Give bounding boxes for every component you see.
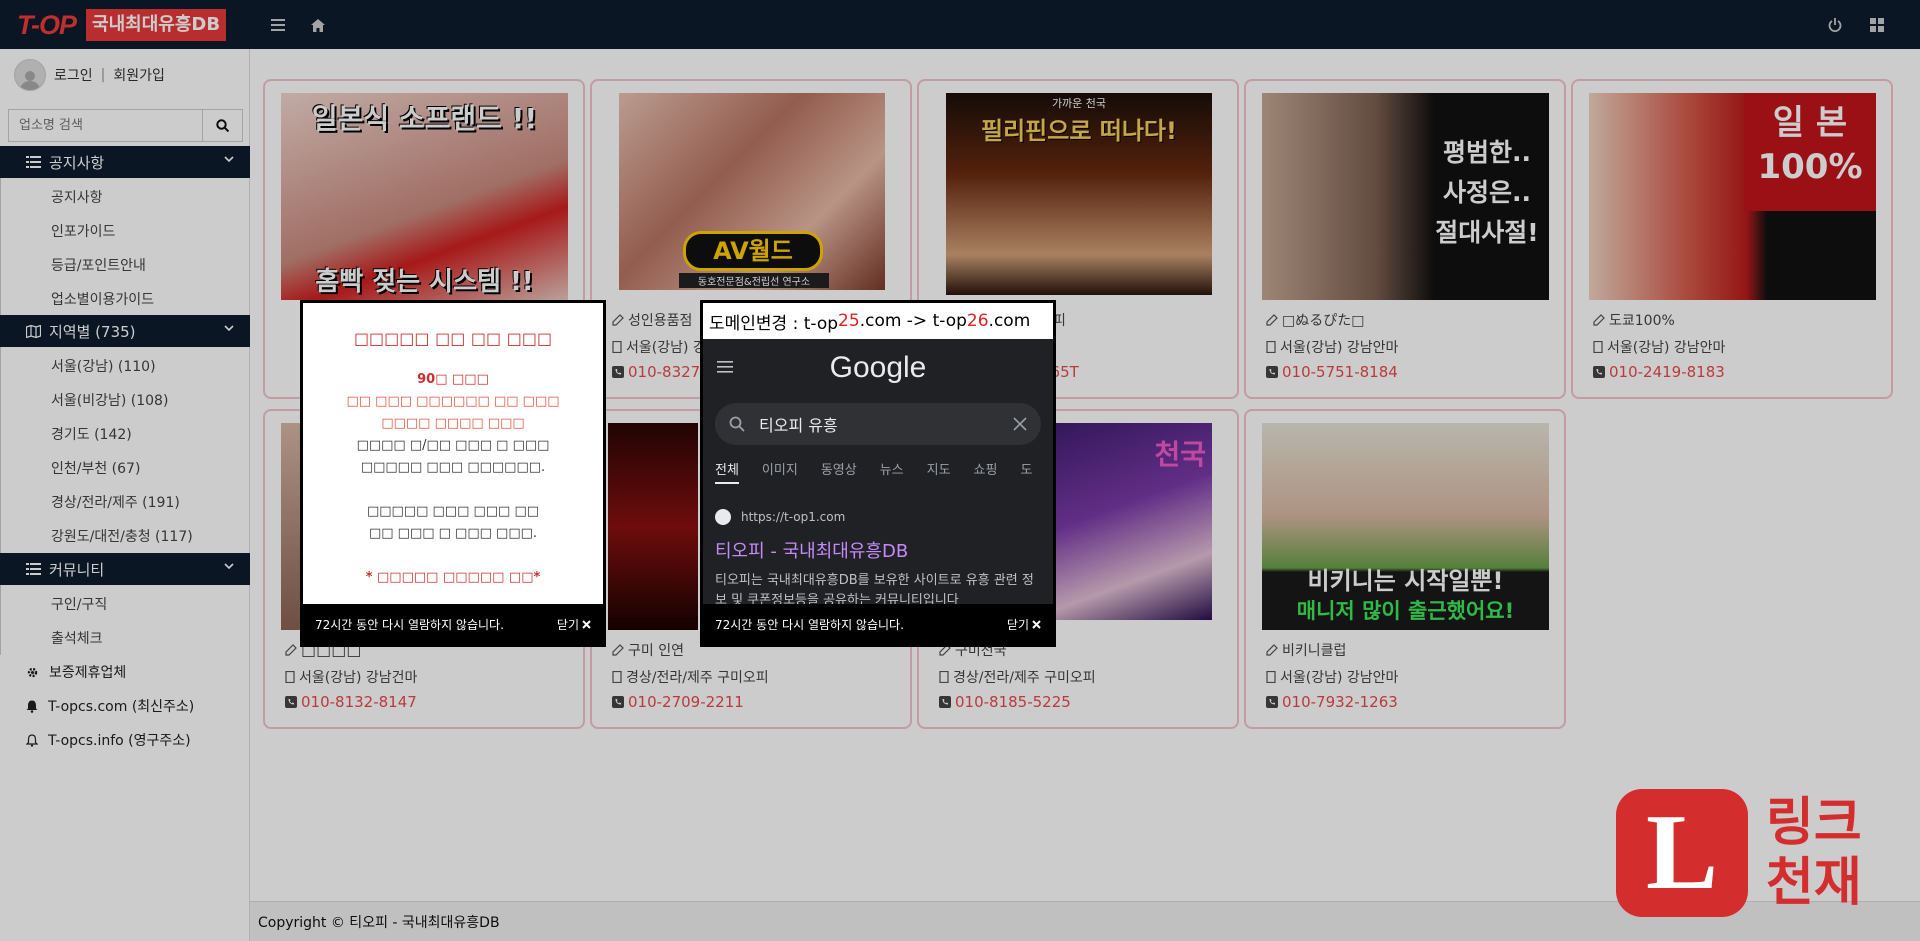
- popup-footer: 72시간 동안 다시 열람하지 않습니다. 닫기: [703, 604, 1053, 644]
- domain-text: .com: [988, 311, 1031, 331]
- tab-images[interactable]: 이미지: [762, 459, 798, 484]
- popup-line: □□ □□□ □□□□□□ □□ □□□: [346, 394, 560, 409]
- popup-line: * □□□□□ □□□□□ □□*: [365, 570, 541, 585]
- popup-line: □□□□□ □□□ □□□□□□.: [360, 460, 546, 475]
- dont-show-72h[interactable]: 72시간 동안 다시 열람하지 않습니다.: [715, 616, 904, 633]
- badge-line: 천재: [1766, 853, 1862, 913]
- result-url-row: https://t-op1.com: [715, 509, 845, 525]
- search-query: 티오피 유흥: [759, 416, 838, 435]
- watermark-logo: L 링크 천재: [1616, 789, 1886, 917]
- popup-header: 도메인변경 : t-op 25 .com -> t-op 26 .com: [703, 303, 1053, 339]
- popup-line: □□□□ □□□□ □□□: [381, 416, 525, 431]
- popup-line: □□□□□ □□□ □□□ □□: [366, 504, 540, 519]
- domain-text: .com -> t-op: [859, 311, 967, 331]
- close-label: 닫기: [1006, 617, 1029, 632]
- result-title[interactable]: 티오피 - 국내최대유흥DB: [715, 537, 908, 563]
- tab-news[interactable]: 뉴스: [880, 459, 904, 484]
- close-button[interactable]: 닫기: [557, 616, 591, 633]
- google-logo: Google: [829, 351, 927, 384]
- close-label: 닫기: [556, 617, 579, 632]
- popup-body: 90□ □□□ □□ □□□ □□□□□□ □□ □□□ □□□□ □□□□ □…: [303, 369, 603, 589]
- favicon-icon: [715, 509, 731, 525]
- close-icon: [582, 619, 591, 629]
- tab-more[interactable]: 도: [1020, 459, 1032, 484]
- dont-show-72h[interactable]: 72시간 동안 다시 열람하지 않습니다.: [315, 616, 504, 633]
- result-url: https://t-op1.com: [741, 510, 846, 524]
- search-bar[interactable]: 티오피 유흥: [715, 403, 1041, 445]
- new-domain-number: 26: [966, 311, 989, 331]
- badge-text: 링크 천재: [1766, 793, 1862, 913]
- notice-popup: □□□□□ □□ □□ □□□ 90□ □□□ □□ □□□ □□□□□□ □□…: [300, 300, 606, 647]
- popup-line: 90□ □□□: [417, 372, 489, 387]
- popup-line: □□□□ □/□□ □□□ □ □□□: [356, 438, 550, 453]
- clear-icon: [1013, 417, 1027, 431]
- tab-maps[interactable]: 지도: [927, 459, 951, 484]
- popup-footer: 72시간 동안 다시 열람하지 않습니다. 닫기: [303, 604, 603, 644]
- domain-text: 도메인변경 : t-op: [709, 313, 839, 334]
- tab-videos[interactable]: 동영상: [821, 459, 857, 484]
- close-button[interactable]: 닫기: [1007, 616, 1041, 633]
- tab-all[interactable]: 전체: [715, 459, 739, 484]
- search-tabs: 전체 이미지 동영상 뉴스 지도 쇼핑 도: [715, 459, 1053, 484]
- popup-title: □□□□□ □□ □□ □□□: [353, 329, 553, 348]
- close-icon: [1032, 619, 1041, 629]
- badge-letter: L: [1645, 793, 1719, 912]
- old-domain-number: 25: [838, 311, 860, 331]
- tab-shopping[interactable]: 쇼핑: [974, 459, 998, 484]
- popup-line: □□ □□□ □ □□□ □□□.: [368, 526, 538, 541]
- domain-change-popup: 도메인변경 : t-op 25 .com -> t-op 26 .com Google …: [700, 300, 1056, 647]
- badge-line: 링크: [1766, 793, 1862, 853]
- search-icon: [729, 416, 745, 432]
